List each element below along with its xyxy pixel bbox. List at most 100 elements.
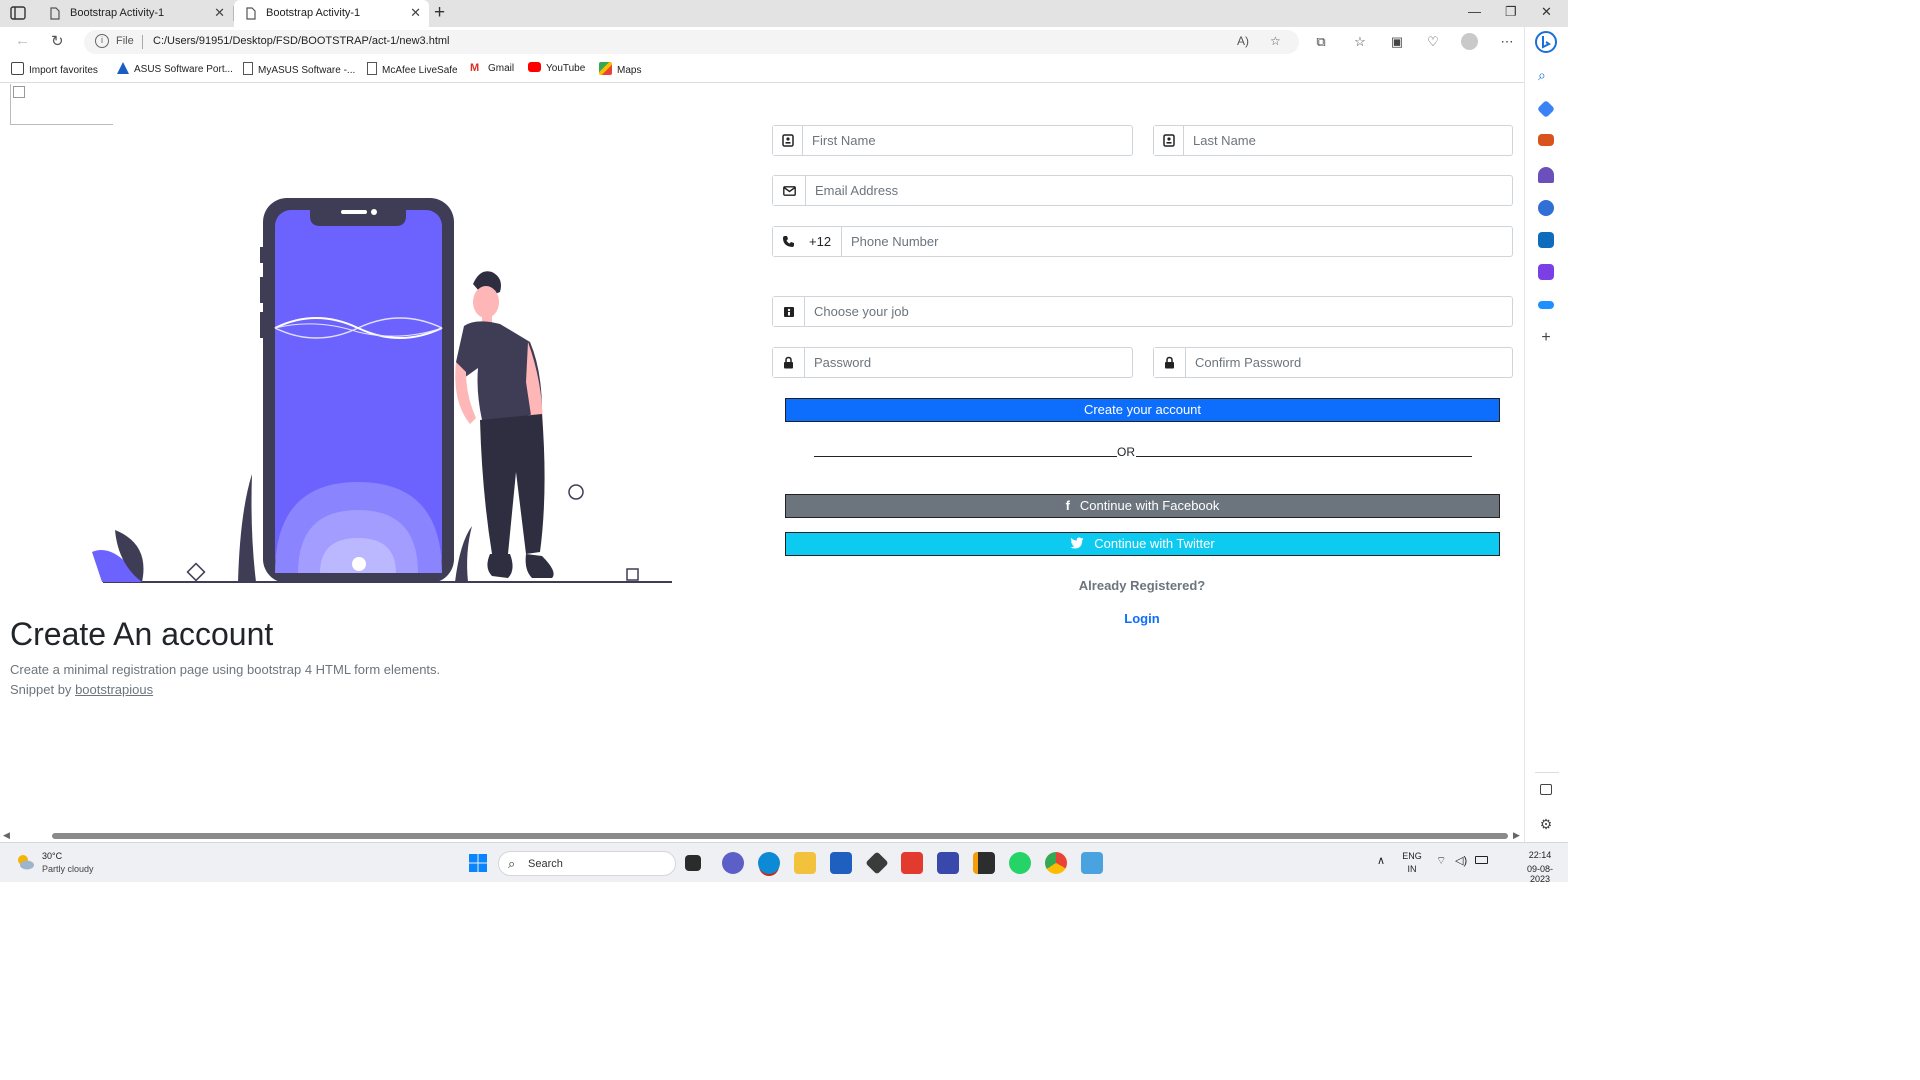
new-tab-button[interactable]: + [434, 2, 445, 24]
fav-import-favorites[interactable]: Import favorites [11, 62, 98, 76]
phone-icon [783, 236, 794, 247]
horizontal-scrollbar[interactable]: ◀ ▶ [0, 830, 1524, 842]
back-icon[interactable]: ← [15, 32, 30, 49]
job-select[interactable] [805, 297, 1512, 326]
whatsapp-icon[interactable] [1009, 852, 1031, 874]
bing-copilot-icon[interactable] [1535, 31, 1557, 53]
scroll-right-icon[interactable]: ▶ [1513, 830, 1520, 841]
scrollbar-thumb[interactable] [52, 833, 1508, 839]
split-view-icon[interactable] [1540, 784, 1552, 795]
snippet-credit: Snippet by bootstrapious [10, 682, 153, 697]
games-icon[interactable] [1538, 167, 1554, 183]
fav-asus-software[interactable]: ASUS Software Port... [117, 62, 233, 75]
designer-icon[interactable] [1538, 264, 1554, 280]
microsoft-365-icon[interactable] [1538, 200, 1554, 216]
wifi-icon[interactable]: ⌔ [1436, 854, 1446, 868]
task-view-icon[interactable] [685, 855, 701, 871]
outlook-icon[interactable] [1538, 232, 1554, 248]
first-name-input[interactable] [803, 126, 1132, 155]
phone-button [260, 312, 264, 338]
maps-icon [599, 62, 612, 75]
photos-icon[interactable] [1081, 852, 1103, 874]
minimize-icon[interactable]: — [1468, 4, 1481, 19]
read-aloud-icon[interactable]: A) [1237, 34, 1249, 48]
weather-temperature[interactable]: 30°C [42, 851, 62, 861]
unity-icon[interactable] [865, 851, 889, 875]
file-explorer-icon[interactable] [794, 852, 816, 874]
gmail-icon: M [470, 62, 480, 74]
confirm-password-group [1153, 347, 1513, 378]
favorite-star-icon[interactable]: ☆ [1270, 34, 1281, 48]
close-icon[interactable]: ✕ [214, 5, 225, 21]
already-registered-text: Already Registered? [1078, 578, 1206, 593]
fav-youtube[interactable]: YouTube [528, 62, 585, 74]
url-text[interactable]: C:/Users/91951/Desktop/FSD/BOOTSTRAP/act… [153, 35, 450, 47]
chrome-icon[interactable] [1045, 852, 1067, 874]
or-divider: OR [814, 444, 1472, 460]
more-menu-icon[interactable]: ⋯ [1499, 34, 1515, 50]
asus-icon [117, 62, 129, 74]
close-icon[interactable]: ✕ [410, 5, 421, 21]
refresh-icon[interactable]: ↻ [51, 32, 64, 50]
partly-cloudy-icon[interactable] [15, 853, 35, 871]
password-input[interactable] [805, 348, 1132, 377]
first-name-group [772, 125, 1133, 156]
scroll-left-icon[interactable]: ◀ [3, 830, 10, 841]
last-name-input[interactable] [1184, 126, 1512, 155]
add-icon[interactable]: + [1538, 330, 1554, 346]
fav-maps[interactable]: Maps [599, 62, 641, 76]
continue-facebook-button[interactable]: f Continue with Facebook [785, 494, 1500, 518]
chevron-up-icon[interactable]: ∧ [1377, 854, 1385, 867]
myasus-icon[interactable] [937, 852, 959, 874]
clock-time[interactable]: 22:14 [1518, 850, 1562, 860]
extensions-icon[interactable]: ⧉ [1313, 34, 1329, 50]
phone-number-input[interactable] [842, 227, 1512, 256]
square-shape [626, 568, 639, 581]
browser-tab-active[interactable]: Bootstrap Activity-1 ✕ [234, 0, 429, 27]
fav-gmail[interactable]: M Gmail [470, 62, 514, 75]
info-icon[interactable]: i [95, 34, 109, 48]
settings-gear-icon[interactable]: ⚙ [1538, 816, 1554, 832]
taskbar-search[interactable]: ⌕ Search [498, 851, 676, 876]
fav-myasus-software[interactable]: MyASUS Software -... [243, 62, 355, 76]
region-indicator[interactable]: IN [1400, 864, 1424, 874]
volume-icon[interactable]: ◁) [1455, 854, 1467, 867]
sublime-text-icon[interactable] [973, 852, 995, 874]
address-bar: ← ↻ i File C:/Users/91951/Desktop/FSD/BO… [0, 27, 1524, 57]
create-account-button[interactable]: Create your account [785, 398, 1500, 422]
search-label: Search [528, 858, 563, 870]
teams-icon[interactable] [722, 852, 744, 874]
windows-start-icon[interactable] [467, 852, 489, 874]
restore-icon[interactable]: ❐ [1505, 4, 1517, 20]
tab-title: Bootstrap Activity-1 [70, 7, 165, 19]
close-window-icon[interactable]: ✕ [1541, 4, 1552, 20]
tools-icon[interactable] [1538, 134, 1554, 146]
weather-condition[interactable]: Partly cloudy [42, 864, 94, 874]
facebook-icon: f [1065, 498, 1070, 513]
fav-mcafee-livesafe[interactable]: McAfee LiveSafe [367, 62, 458, 76]
wps-office-icon[interactable] [901, 852, 923, 874]
shopping-icon[interactable] [1536, 99, 1556, 119]
favorites-icon[interactable]: ☆ [1352, 34, 1368, 50]
collections-icon[interactable]: ▣ [1389, 34, 1405, 50]
clock-date[interactable]: 09-08-2023 [1518, 864, 1562, 884]
url-box[interactable]: i File C:/Users/91951/Desktop/FSD/BOOTST… [84, 30, 1299, 54]
profile-avatar[interactable] [1461, 33, 1478, 50]
browser-tab[interactable]: Bootstrap Activity-1 ✕ [38, 0, 233, 27]
tab-actions-icon[interactable] [10, 6, 26, 20]
confirm-password-input[interactable] [1186, 348, 1512, 377]
lock-icon [773, 348, 805, 377]
edge-icon[interactable] [758, 852, 780, 874]
continue-twitter-button[interactable]: Continue with Twitter [785, 532, 1500, 556]
microsoft-store-icon[interactable] [830, 852, 852, 874]
email-input[interactable] [806, 176, 1512, 205]
search-icon[interactable]: ⌕ [1538, 67, 1554, 83]
battery-icon[interactable] [1475, 856, 1488, 864]
language-indicator[interactable]: ENG [1400, 851, 1424, 861]
drop-icon[interactable] [1538, 301, 1554, 309]
login-link[interactable]: Login [1000, 611, 1284, 626]
briefcase-icon [773, 297, 805, 326]
page-icon [246, 7, 256, 20]
performance-icon[interactable]: ♡ [1425, 34, 1441, 50]
bootstrapious-link[interactable]: bootstrapious [75, 682, 153, 697]
